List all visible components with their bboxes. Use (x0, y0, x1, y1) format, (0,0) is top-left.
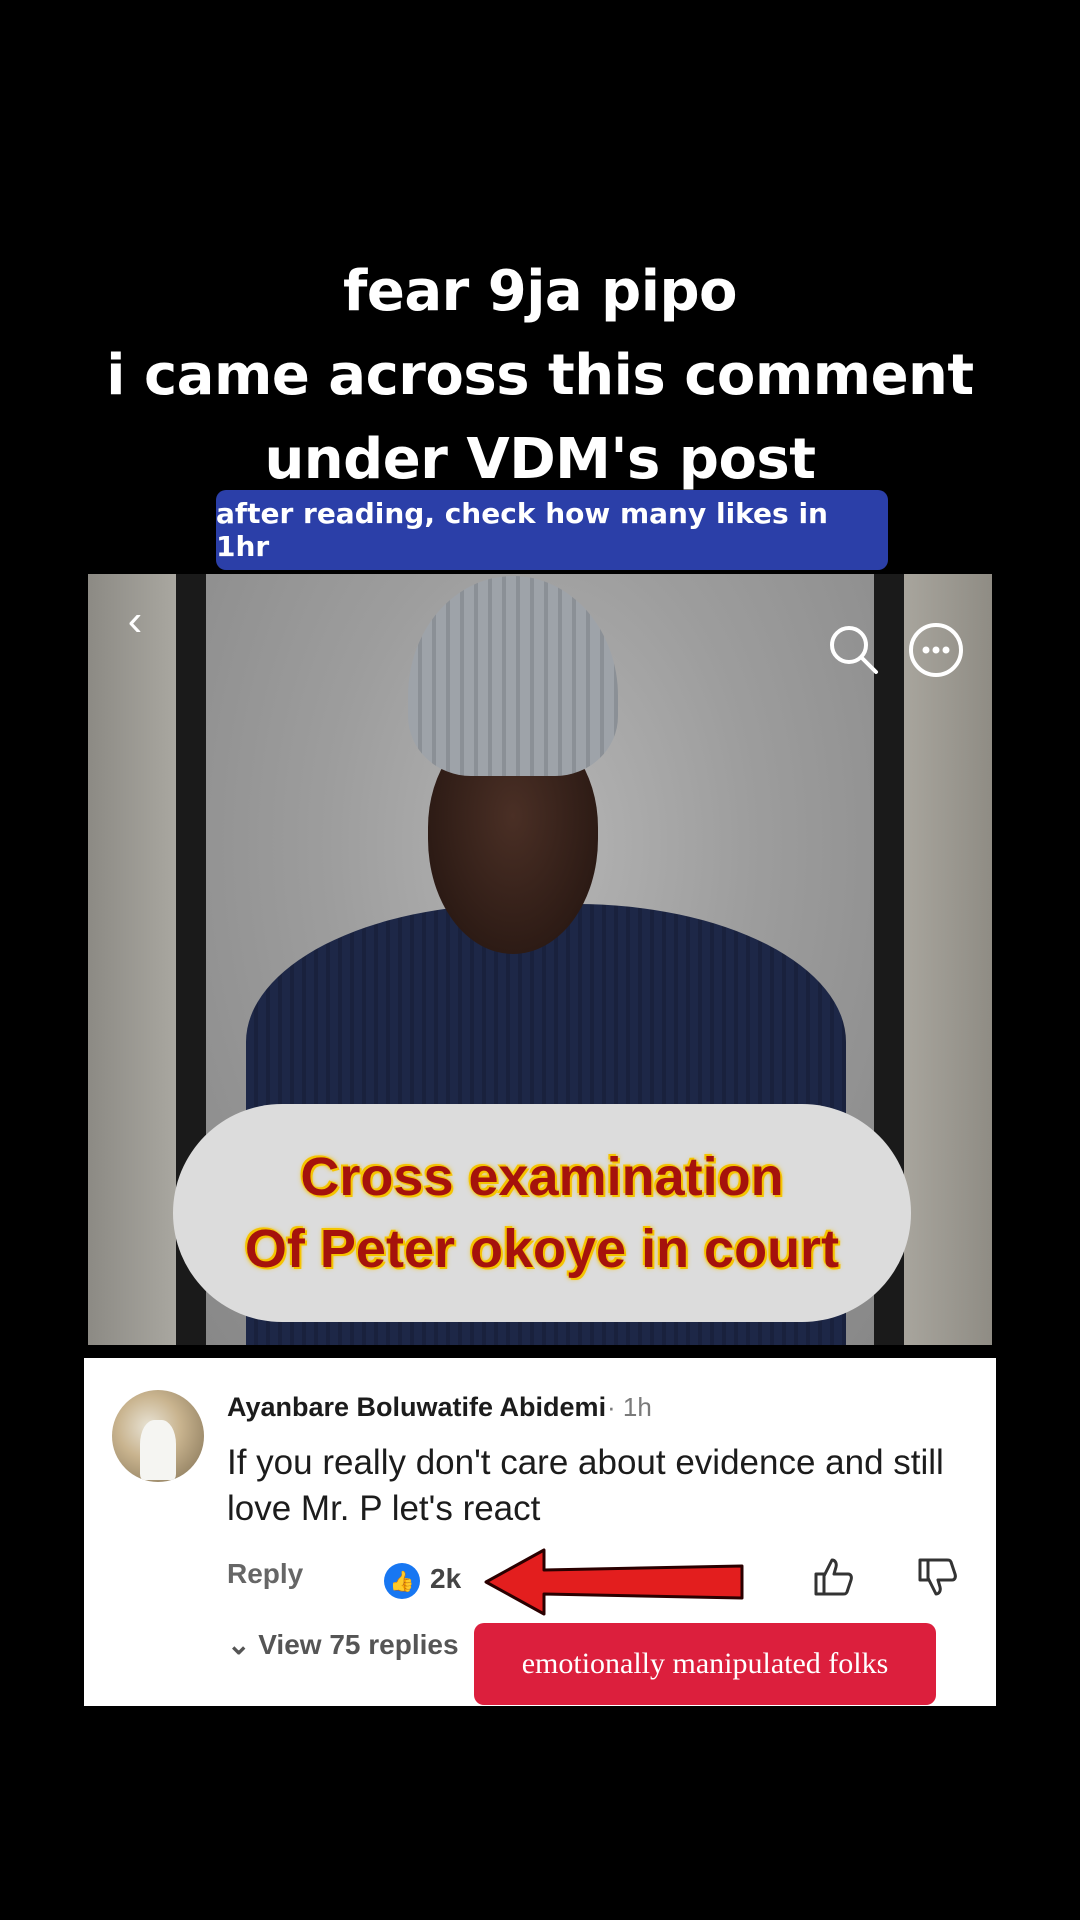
commenter-name[interactable]: Ayanbare Boluwatife Abidemi (227, 1392, 606, 1423)
comment-card: Ayanbare Boluwatife Abidemi · 1h If you … (84, 1358, 996, 1706)
photo-beanie (408, 576, 618, 776)
chevron-left-icon[interactable]: ‹ (110, 596, 160, 646)
annotation-box: emotionally manipulated folks (474, 1623, 936, 1705)
thumb-up-icon[interactable] (810, 1554, 856, 1600)
like-reaction-icon[interactable]: 👍 (384, 1563, 420, 1599)
caption-line-1: Cross examination (300, 1147, 784, 1207)
avatar[interactable] (112, 1390, 204, 1482)
next-photo-edge[interactable] (904, 574, 992, 1345)
search-icon[interactable] (826, 622, 880, 676)
post-photo-panel: ‹ Cross examination Of Peter okoye in co… (88, 574, 992, 1345)
like-count[interactable]: 2k (430, 1563, 461, 1595)
photo-caption: Cross examination Of Peter okoye in cour… (173, 1104, 911, 1322)
comment-text: If you really don't care about evidence … (227, 1443, 944, 1528)
red-arrow-annotation (484, 1548, 744, 1616)
overlay-sticker: after reading, check how many likes in 1… (216, 490, 888, 570)
comment-time: · 1h (607, 1392, 652, 1422)
overlay-title: fear 9ja pipo i came across this comment… (0, 250, 1080, 502)
view-replies-label: View 75 replies (258, 1629, 459, 1660)
view-replies-link[interactable]: ⌄ View 75 replies (227, 1628, 459, 1661)
more-options-icon[interactable] (908, 622, 964, 678)
thumb-down-icon[interactable] (914, 1554, 960, 1600)
reply-button[interactable]: Reply (227, 1558, 303, 1590)
title-line-1: fear 9ja pipo (342, 259, 738, 324)
caption-line-2: Of Peter okoye in court (244, 1219, 840, 1279)
chevron-down-icon: ⌄ (227, 1629, 251, 1660)
previous-photo-edge[interactable] (88, 574, 176, 1345)
title-line-2: i came across this comment (106, 343, 974, 408)
